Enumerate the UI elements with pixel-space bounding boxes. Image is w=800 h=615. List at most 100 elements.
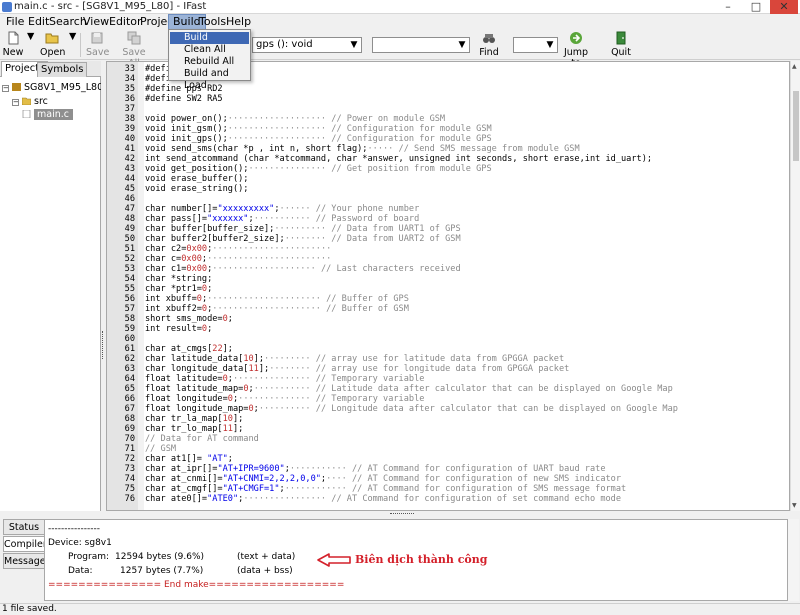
code-line[interactable]: 52 char c=0x00;························ — [107, 254, 789, 264]
code-line[interactable]: 37 — [107, 104, 789, 114]
code-line[interactable]: 46 — [107, 194, 789, 204]
code-line[interactable]: 70 // Data for AT command — [107, 434, 789, 444]
editor-scrollbar[interactable]: ▲ ▼ — [790, 61, 800, 511]
code-line[interactable]: 65 float latitude_map=0;··········· // La… — [107, 384, 789, 394]
code-text: char number[]="xxxxxxxxx";······ // Your… — [145, 204, 419, 214]
code-text: char tr_la_map[10]; — [145, 414, 243, 424]
menu-help[interactable]: Help — [222, 14, 255, 30]
code-text: void erase_buffer(); — [145, 174, 248, 184]
scroll-up-icon[interactable]: ▲ — [792, 63, 797, 70]
jump-line-input[interactable]: ▼ — [513, 37, 558, 53]
code-token: 11 — [222, 424, 233, 434]
code-line[interactable]: 68 char tr_la_map[10]; — [107, 414, 789, 424]
code-line[interactable]: 51 char c2=0x00;······················· — [107, 244, 789, 254]
code-line[interactable]: 35 #define pps RD2 — [107, 84, 789, 94]
code-line[interactable]: 73 char at_ipr[]="AT+IPR=9600";··········… — [107, 464, 789, 474]
code-line[interactable]: 42 int send_atcommand (char *atcommand, c… — [107, 154, 789, 164]
code-editor[interactable]: 33 #defi 34 #defi 35 #define pps RD2 36 #define… — [106, 61, 790, 511]
line-number: 37 — [124, 104, 135, 114]
code-line[interactable]: 71 // GSM — [107, 444, 789, 454]
jump-dropdown-icon[interactable]: ▼ — [543, 38, 557, 52]
code-line[interactable]: 40 void init_gps();··················· //… — [107, 134, 789, 144]
collapse-icon[interactable]: − — [12, 99, 19, 106]
code-line[interactable]: 66 float longitude=0;·············· // Te… — [107, 394, 789, 404]
new-file-icon — [8, 31, 19, 45]
code-line[interactable]: 55 char *ptr1=0; — [107, 284, 789, 294]
scroll-down-icon[interactable]: ▼ — [792, 502, 797, 509]
code-line[interactable]: 57 int xbuff2=0;····················· // … — [107, 304, 789, 314]
tree-folder-node[interactable]: − src — [12, 95, 48, 108]
collapse-icon[interactable]: − — [2, 85, 9, 92]
code-line[interactable]: 49 char buffer[buffer_size];·········· //… — [107, 224, 789, 234]
tab-compiler[interactable]: Compiler — [3, 536, 47, 552]
code-line[interactable]: 48 char pass[]="xxxxxx";··········· // Pa… — [107, 214, 789, 224]
menu-item-rebuild-all[interactable]: Rebuild All — [170, 56, 249, 68]
code-token: char c2= — [145, 244, 187, 254]
tab-status[interactable]: Status — [3, 519, 45, 535]
menu-item-build-and-load[interactable]: Build and Load — [170, 68, 249, 91]
search-dropdown-icon[interactable]: ▼ — [455, 38, 469, 52]
code-token: ········· // array use for latitude data… — [264, 354, 565, 364]
minimize-button[interactable]: – — [714, 0, 742, 14]
line-number: 62 — [124, 354, 135, 364]
code-line[interactable]: 58 short sms_mode=0; — [107, 314, 789, 324]
menu-item-clean-all[interactable]: Clean All — [170, 44, 249, 56]
tree-file-node[interactable]: main.c — [22, 108, 73, 121]
code-line[interactable]: 67 float longitude_map=0;·········· // Lo… — [107, 404, 789, 414]
code-token: char buffer[buffer_size]; — [145, 224, 275, 234]
code-text: void init_gps();··················· // C… — [145, 134, 492, 144]
code-line[interactable]: 54 char *string; — [107, 274, 789, 284]
code-token: char at_ipr[]= — [145, 464, 218, 474]
maximize-button[interactable]: □ — [742, 0, 770, 14]
close-button[interactable]: ✕ — [770, 0, 798, 14]
new-button[interactable]: New — [2, 31, 24, 58]
line-number: 52 — [124, 254, 135, 264]
code-line[interactable]: 47 char number[]="xxxxxxxxx";······ // Yo… — [107, 204, 789, 214]
code-line[interactable]: 72 char at1[]= "AT"; — [107, 454, 789, 464]
code-line[interactable]: 75 char at_cmgf[]="AT+CMGF=1";···········… — [107, 484, 789, 494]
code-line[interactable]: 53 char c1=0x00;···················· // L… — [107, 264, 789, 274]
code-line[interactable]: 41 void send_sms(char *p , int n, short f… — [107, 144, 789, 154]
code-line[interactable]: 59 int result=0; — [107, 324, 789, 334]
status-bar: 1 file saved. — [0, 603, 800, 615]
folder-icon — [22, 97, 31, 105]
scroll-thumb[interactable] — [793, 91, 799, 161]
new-dropdown-icon[interactable]: ▼ — [27, 31, 34, 42]
tab-symbols[interactable]: Symbols — [37, 62, 88, 77]
code-line[interactable]: 45 void erase_string(); — [107, 184, 789, 194]
code-line[interactable]: 60 — [107, 334, 789, 344]
open-dropdown-icon[interactable]: ▼ — [69, 31, 76, 42]
function-combo[interactable]: gps (): void ▼ — [252, 37, 362, 53]
code-line[interactable]: 56 int xbuff=0;······················ // … — [107, 294, 789, 304]
output-scrollbar[interactable] — [788, 519, 799, 601]
quit-label: Quit — [611, 47, 631, 58]
code-line[interactable]: 36 #define SW2 RA5 — [107, 94, 789, 104]
code-line[interactable]: 64 float latitude=0;··············· // Te… — [107, 374, 789, 384]
code-line[interactable]: 38 void power_on();··················· //… — [107, 114, 789, 124]
menu-item-build[interactable]: Build — [170, 32, 249, 44]
code-token: ·········· // Data from UART1 of GPS — [274, 224, 461, 234]
code-line[interactable]: 61 char at_cmgs[22]; — [107, 344, 789, 354]
find-label: Find — [479, 47, 499, 58]
code-line[interactable]: 69 char tr_lo_map[11]; — [107, 424, 789, 434]
quit-button[interactable]: Quit — [610, 31, 632, 58]
code-token: ········ // array use for longitude data… — [269, 364, 570, 374]
code-line[interactable]: 63 char longitude_data[11];········ // ar… — [107, 364, 789, 374]
code-line[interactable]: 39 void init_gsm();··················· //… — [107, 124, 789, 134]
code-line[interactable]: 44 void erase_buffer(); — [107, 174, 789, 184]
save-button[interactable]: Save — [86, 31, 109, 58]
code-token: void send_sms(char *p , int n, short fla… — [145, 144, 368, 154]
tab-messages[interactable]: Messages — [3, 553, 51, 569]
tree-project-node[interactable]: − SG8V1_M95_L80 — [2, 81, 103, 94]
code-token: "AT" — [207, 454, 228, 464]
code-token: // GSM — [145, 444, 177, 454]
code-line[interactable]: 50 char buffer2[buffer2_size];········ //… — [107, 234, 789, 244]
code-line[interactable]: 62 char latitude_data[10];········· // ar… — [107, 354, 789, 364]
code-line[interactable]: 76 char ate0[]="ATE0";················ //… — [107, 494, 789, 504]
find-button[interactable]: Find — [478, 31, 500, 58]
chevron-down-icon[interactable]: ▼ — [347, 38, 361, 52]
search-input[interactable]: ▼ — [372, 37, 470, 53]
open-button[interactable]: Open — [40, 31, 65, 58]
code-line[interactable]: 74 char at_cnmi[]="AT+CNMI=2,2,2,0,0";···… — [107, 474, 789, 484]
code-line[interactable]: 43 void get_position();··············· //… — [107, 164, 789, 174]
